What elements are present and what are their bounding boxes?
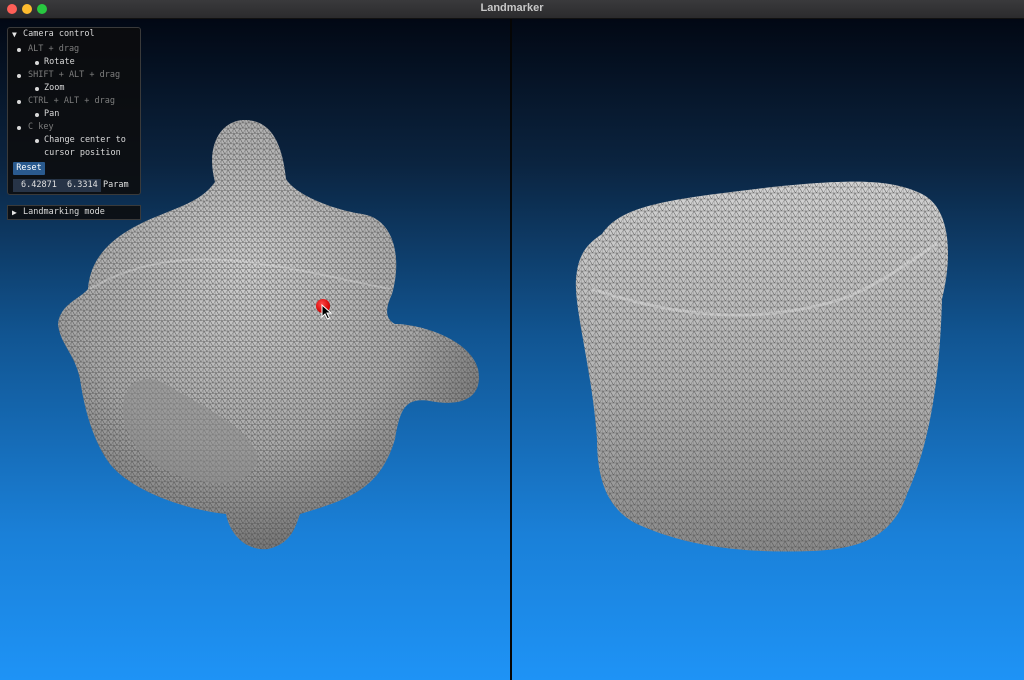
pan-shortcut: CTRL + ALT + drag [28, 96, 115, 106]
window-titlebar: Landmarker [0, 0, 1024, 19]
camera-control-panel: ▼ Camera control ALT + drag Rotate SHIFT… [7, 27, 141, 195]
cube-shape [575, 181, 948, 552]
triangle-right-icon: ▶ [12, 208, 17, 217]
bullet-icon [17, 48, 21, 52]
param-value-2: 6.3314 [67, 180, 98, 190]
bullet-icon [17, 74, 21, 78]
camera-control-title: Camera control [23, 29, 95, 39]
pan-action: Pan [44, 109, 60, 119]
bullet-icon [35, 61, 39, 65]
mouse-pointer-icon [321, 304, 333, 320]
bullet-icon [17, 100, 21, 104]
bullet-icon [17, 126, 21, 130]
center-action-line2: cursor position [44, 148, 121, 158]
window-title: Landmarker [480, 2, 544, 14]
camera-control-header[interactable]: ▼ Camera control [8, 28, 140, 42]
landmarking-mode-title: Landmarking mode [23, 207, 105, 217]
zoom-shortcut: SHIFT + ALT + drag [28, 70, 121, 80]
center-shortcut: C key [28, 122, 54, 132]
param-input[interactable]: 6.42871 6.3314 [13, 179, 101, 192]
reset-button[interactable]: Reset [13, 162, 45, 175]
rotate-shortcut: ALT + drag [28, 44, 80, 54]
bullet-icon [35, 113, 39, 117]
param-value-1: 6.42871 [21, 180, 57, 190]
zoom-action: Zoom [44, 83, 65, 93]
right-3d-viewport[interactable] [512, 19, 1024, 680]
param-label: Param [103, 180, 129, 190]
center-action-line1: Change center to [44, 135, 126, 145]
bullet-icon [35, 87, 39, 91]
target-mesh [575, 181, 948, 552]
bullet-icon [35, 139, 39, 143]
rotate-action: Rotate [44, 57, 75, 67]
landmarking-mode-header[interactable]: ▶ Landmarking mode [7, 205, 141, 220]
triangle-down-icon: ▼ [12, 30, 17, 39]
